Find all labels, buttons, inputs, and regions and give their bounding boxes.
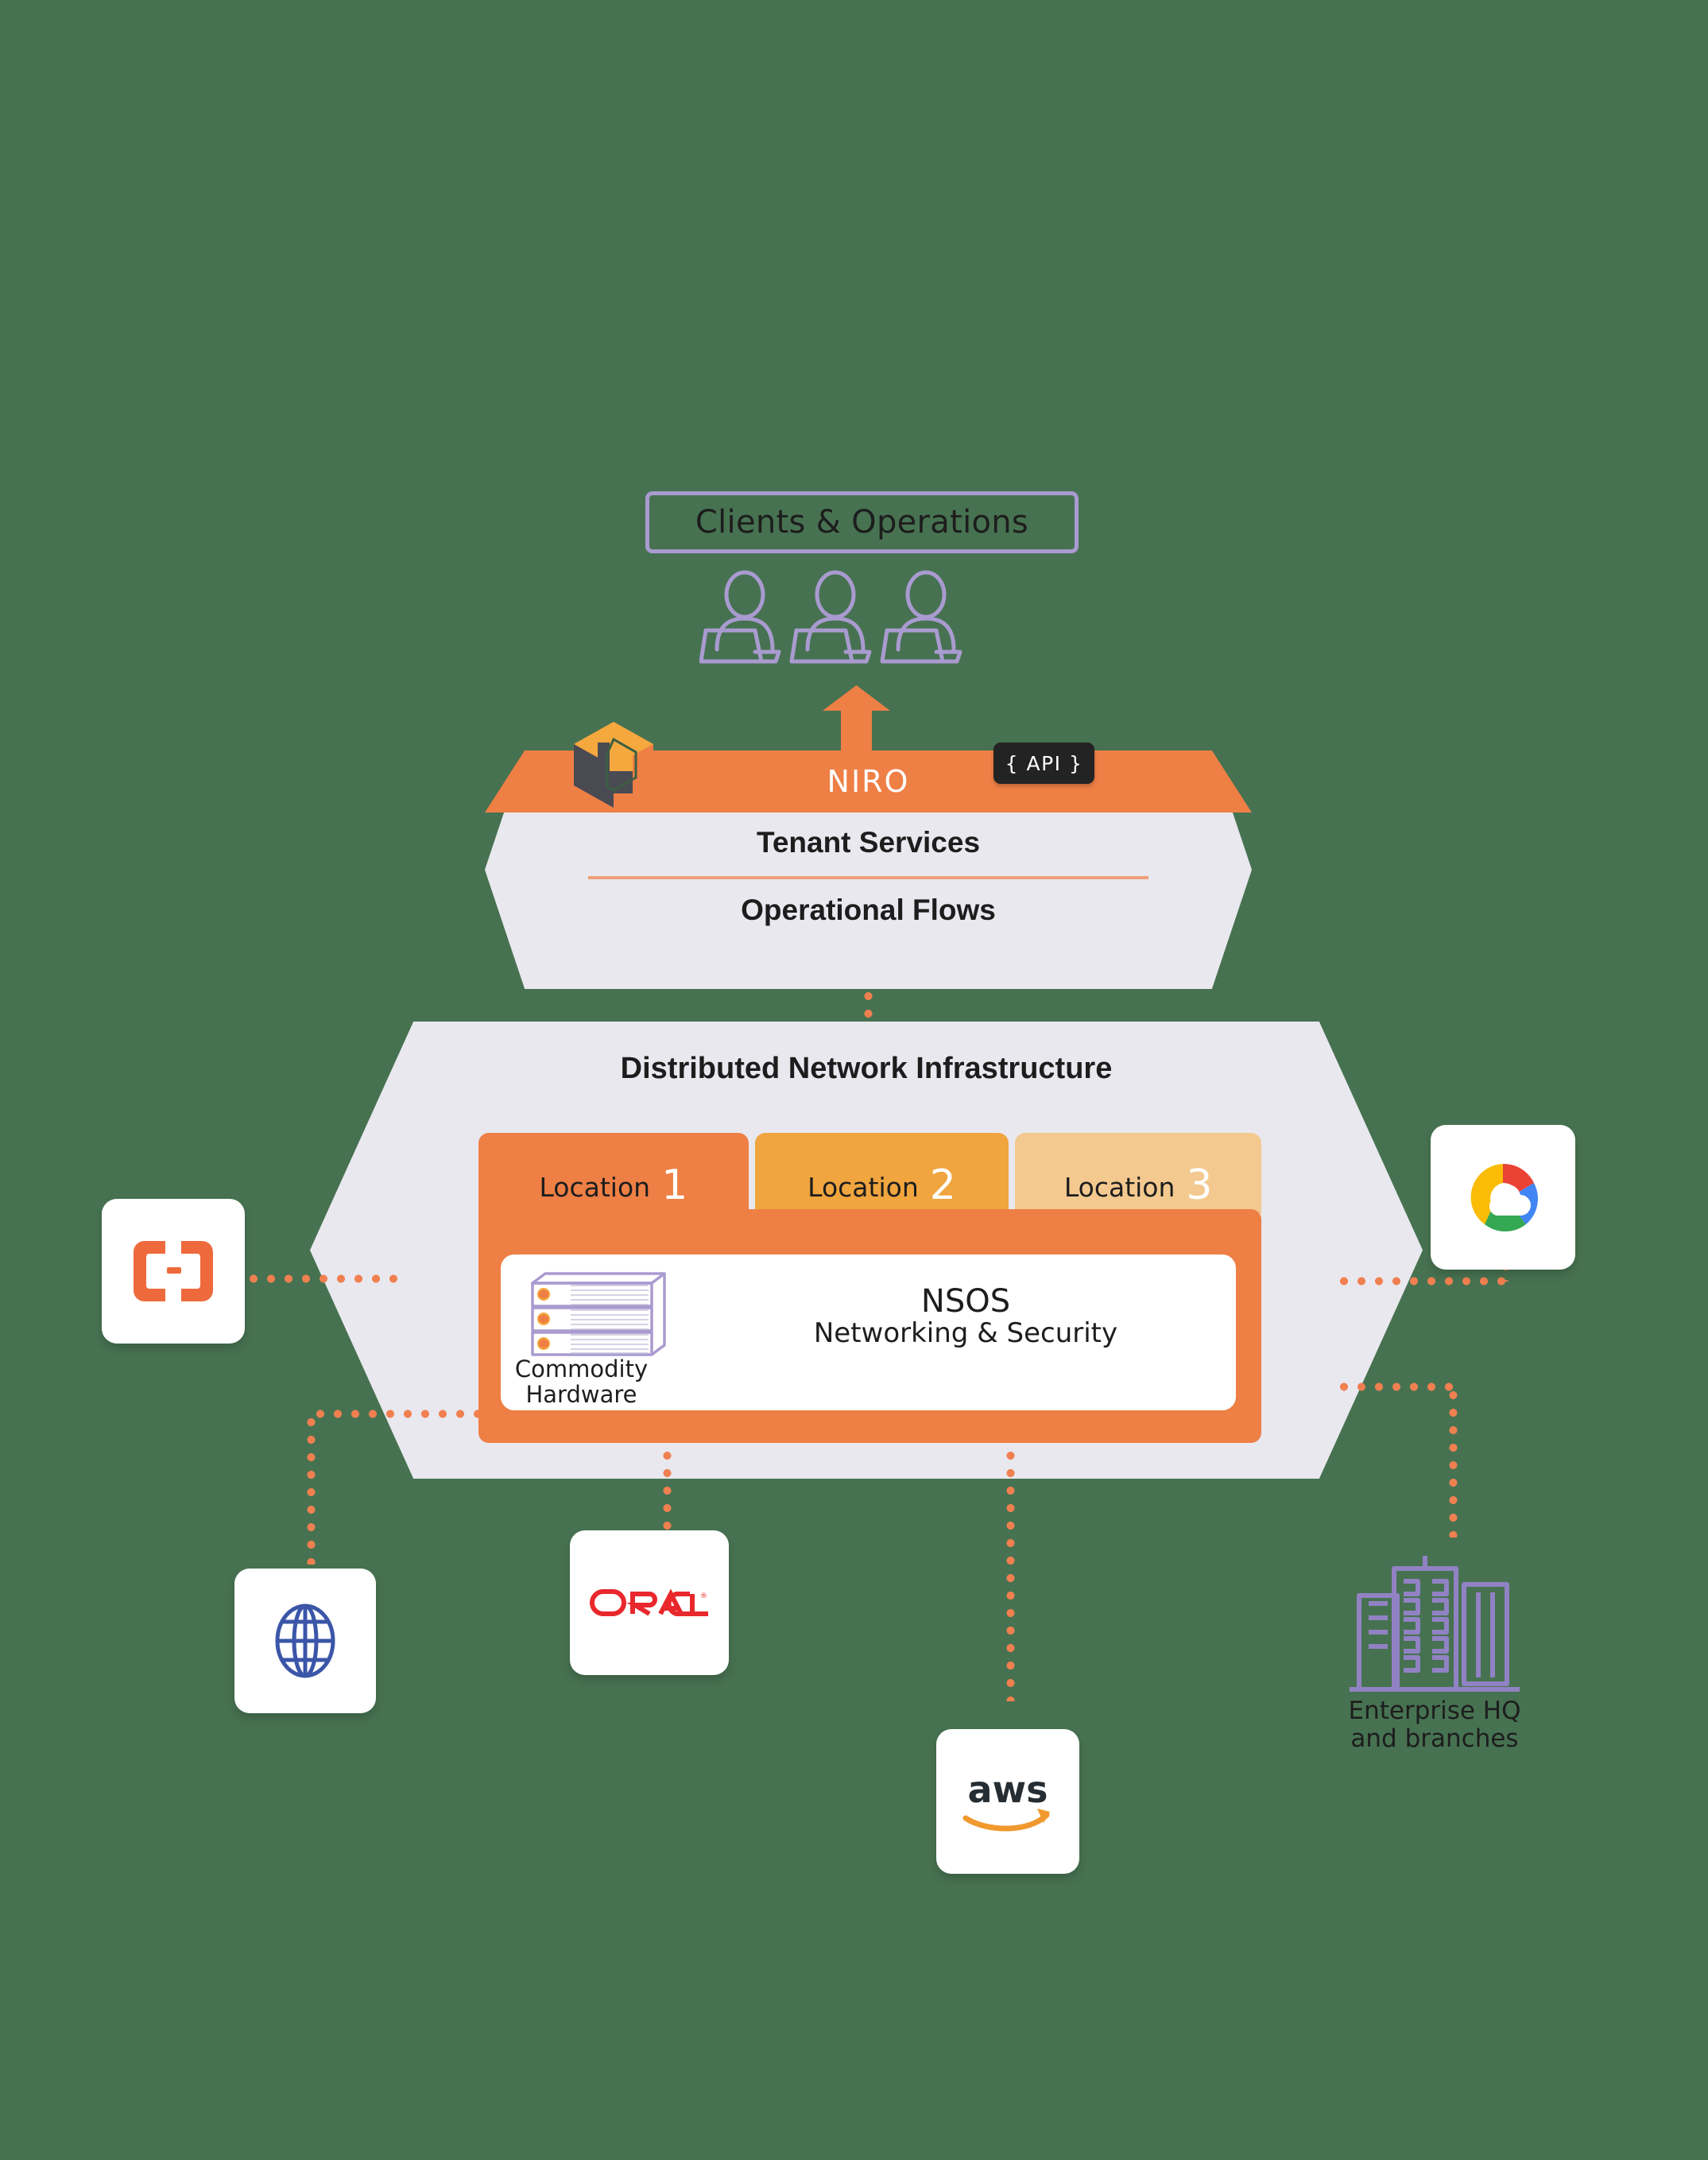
- tenant-services-hexagon: NIRO { API } Tenant Services Operational…: [485, 722, 1252, 989]
- location-1-content-panel: Commodity Hardware NSOS Networking & Sec…: [478, 1209, 1261, 1443]
- location-3-number: 3: [1186, 1161, 1213, 1209]
- tab-location-1[interactable]: Location 1: [478, 1133, 749, 1214]
- commodity-hardware-line2: Hardware: [525, 1381, 637, 1409]
- google-cloud-logo: [1470, 1163, 1538, 1232]
- operational-flows-title: Operational Flows: [741, 894, 996, 926]
- enterprise-caption-line1: Enterprise HQ: [1348, 1697, 1521, 1725]
- location-1-label: Location: [539, 1172, 651, 1203]
- location-3-label: Location: [1063, 1172, 1175, 1203]
- office-buildings-icon: [1350, 1556, 1520, 1692]
- nsos-name: NSOS: [920, 1283, 1011, 1320]
- tab-location-2[interactable]: Location 2: [754, 1133, 1009, 1214]
- location-tabs: Location 1 Location 2 Location 3: [478, 1133, 1262, 1214]
- google-cloud-node-card[interactable]: [1431, 1125, 1575, 1270]
- globe-node-card[interactable]: [234, 1569, 376, 1713]
- commodity-hardware-line1: Commodity: [514, 1355, 649, 1382]
- tab-location-3[interactable]: Location 3: [1015, 1133, 1262, 1214]
- nsos-text-block: NSOS Networking & Security: [711, 1285, 1220, 1349]
- api-badge[interactable]: { API }: [993, 743, 1094, 784]
- connector-hexagon-to-aws: [1005, 1447, 1016, 1701]
- aws-logo: aws: [962, 1769, 1050, 1832]
- tenant-divider: [588, 876, 1148, 879]
- commodity-hardware-label: Commodity Hardware: [496, 1356, 667, 1408]
- location-1-number: 1: [661, 1161, 688, 1209]
- connector-hexagon-to-enterprise-h: [1335, 1382, 1453, 1392]
- connector-brackets-to-hexagon: [245, 1274, 404, 1284]
- nsos-card: Commodity Hardware NSOS Networking & Sec…: [501, 1255, 1236, 1410]
- server-rack-icon: [531, 1272, 666, 1356]
- enterprise-caption: Enterprise HQ and branches: [1296, 1697, 1574, 1752]
- connector-hexagon-to-globe-v: [306, 1414, 316, 1565]
- connector-hexagon-to-oracle: [662, 1447, 672, 1534]
- aws-node-card[interactable]: aws: [936, 1729, 1079, 1874]
- dni-title: Distributed Network Infrastructure: [620, 1052, 1113, 1085]
- location-2-label: Location: [808, 1172, 919, 1203]
- connector-hexagon-to-globe-h: [312, 1409, 478, 1419]
- connector-hexagon-to-enterprise-v: [1448, 1386, 1458, 1538]
- diagram-canvas: Clients & Operations NIRO {API} Tenant…: [0, 0, 1708, 2160]
- niro-isometric-cube-logo: [574, 722, 653, 808]
- location-2-number: 2: [929, 1161, 956, 1209]
- blue-globe-icon: [275, 1604, 335, 1678]
- clients-operations-label: Clients & Operations: [695, 504, 1029, 541]
- svg-text:aws: aws: [968, 1769, 1048, 1811]
- clients-operations-title-box: Clients & Operations: [645, 491, 1079, 553]
- connector-hexagon-to-gcp-h: [1335, 1276, 1506, 1286]
- nsos-description: Networking & Security: [813, 1317, 1118, 1349]
- oracle-logo: ®: [590, 1588, 708, 1616]
- connector-tenant-to-infrastructure: [863, 987, 873, 1026]
- orange-brackets-icon: [134, 1241, 213, 1301]
- locations-panel: Location 1 Location 2 Location 3 Commodi…: [478, 1133, 1262, 1443]
- svg-text:®: ®: [700, 1592, 707, 1600]
- brackets-node-card[interactable]: [102, 1199, 245, 1344]
- tenant-services-title: Tenant Services: [756, 826, 981, 859]
- enterprise-caption-line2: and branches: [1350, 1724, 1519, 1753]
- three-people-at-laptops-icon: [699, 570, 962, 664]
- oracle-node-card[interactable]: ®: [570, 1530, 729, 1675]
